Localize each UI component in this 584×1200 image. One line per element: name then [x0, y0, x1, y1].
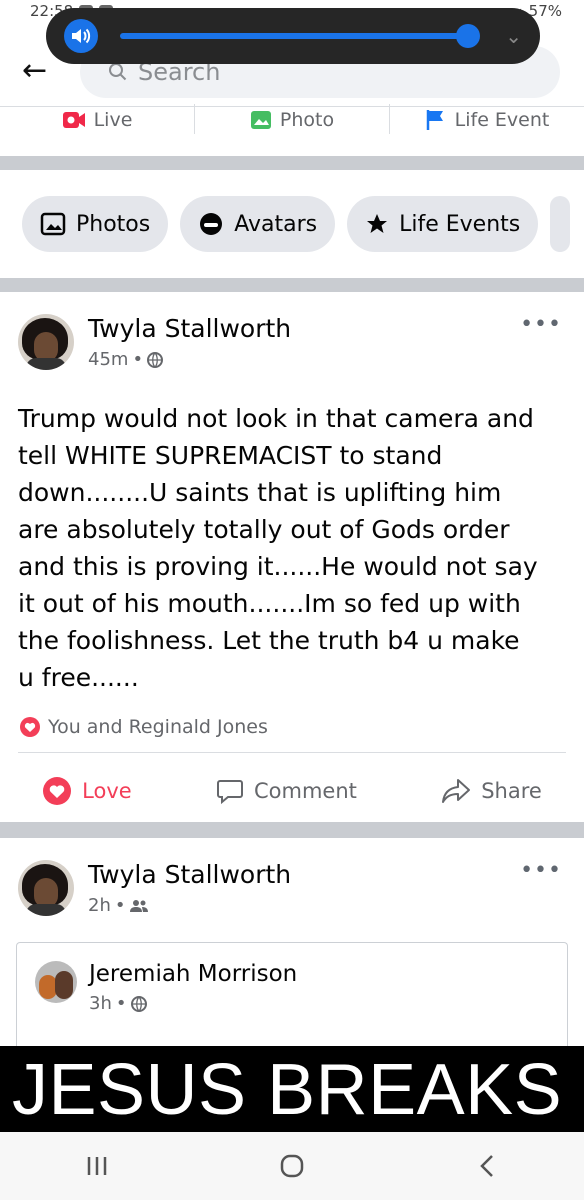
avatar[interactable]	[18, 314, 74, 370]
recent-apps-button[interactable]	[67, 1146, 127, 1186]
author-name[interactable]: Twyla Stallworth	[88, 860, 291, 889]
back-chevron-icon	[479, 1155, 493, 1177]
life-event-label: Life Event	[454, 109, 550, 131]
post-line: are absolutely totally out of Gods order	[18, 515, 510, 544]
image-caption-text: JESUS BREAKS	[12, 1050, 563, 1130]
chip-label: Photos	[76, 211, 151, 237]
comment-button[interactable]: Comment	[216, 777, 357, 805]
author-name[interactable]: Jeremiah Morrison	[89, 961, 297, 987]
recent-apps-icon	[88, 1157, 107, 1175]
life-events-chip[interactable]: Life Events	[347, 196, 539, 252]
chip-label: Life Events	[399, 211, 521, 237]
composer-actions: Live Photo Life Event	[0, 104, 584, 136]
love-label: Love	[82, 779, 132, 803]
post-line: down........U saints that is uplifting h…	[18, 478, 502, 507]
page: 22:58 ≈ 57% ⌄ ← Search Live	[0, 0, 584, 1200]
dot-separator: •	[115, 993, 127, 1014]
section-separator	[0, 156, 584, 170]
post-time[interactable]: 45m	[88, 349, 128, 370]
comment-icon	[217, 780, 243, 805]
reaction-summary[interactable]: You and Reginald Jones	[20, 716, 268, 738]
post-text: Trump would not look in that camera and …	[18, 400, 568, 696]
post-image[interactable]: JESUS BREAKS	[0, 1046, 584, 1132]
more-options-icon[interactable]: •••	[520, 312, 562, 337]
more-chip[interactable]	[550, 196, 571, 252]
post-meta: 2h •	[88, 895, 291, 916]
volume-slider-thumb[interactable]	[456, 24, 480, 48]
post-meta: 3h •	[89, 993, 297, 1014]
dot-separator: •	[132, 349, 144, 370]
love-icon	[43, 777, 72, 805]
dot-separator: •	[114, 895, 126, 916]
section-separator	[0, 278, 584, 292]
comment-label: Comment	[254, 779, 357, 803]
friends-icon	[129, 899, 148, 912]
reactions-text: You and Reginald Jones	[48, 716, 268, 738]
photo-button[interactable]: Photo	[195, 104, 389, 136]
share-button[interactable]: Share	[441, 778, 542, 804]
avatar-face-icon	[200, 213, 223, 235]
more-options-icon[interactable]: •••	[520, 858, 562, 883]
divider	[18, 752, 566, 753]
post-time[interactable]: 2h	[88, 895, 111, 916]
post-header: Twyla Stallworth 2h •	[18, 860, 291, 916]
system-nav-bar	[0, 1132, 584, 1200]
search-icon	[109, 63, 127, 81]
post-line: u free......	[18, 663, 139, 692]
photos-chip[interactable]: Photos	[22, 196, 169, 252]
life-event-button[interactable]: Life Event	[390, 104, 584, 136]
home-button[interactable]	[262, 1146, 322, 1186]
post-actions: Love Comment Share	[0, 762, 584, 820]
chevron-down-icon[interactable]: ⌄	[505, 24, 522, 48]
chip-label: Avatars	[234, 211, 318, 237]
shared-post-header: Jeremiah Morrison 3h •	[35, 961, 297, 1014]
post-header: Twyla Stallworth 45m •	[18, 314, 291, 370]
avatars-chip[interactable]: Avatars	[180, 196, 336, 252]
post-meta: 45m •	[88, 349, 291, 370]
post-line: it out of his mouth.......Im so fed up w…	[18, 589, 521, 618]
photo-icon	[40, 212, 66, 236]
back-arrow-icon[interactable]: ←	[22, 56, 58, 88]
section-separator	[0, 822, 584, 838]
share-label: Share	[481, 779, 542, 803]
shared-post[interactable]: Jeremiah Morrison 3h •	[16, 942, 568, 1052]
volume-panel[interactable]: ⌄	[46, 8, 540, 64]
post-time[interactable]: 3h	[89, 993, 112, 1014]
post-line: the foolishness. Let the truth b4 u make	[18, 626, 520, 655]
home-icon	[280, 1154, 304, 1178]
author-name[interactable]: Twyla Stallworth	[88, 314, 291, 343]
speaker-icon[interactable]	[64, 19, 98, 53]
globe-icon	[147, 351, 164, 368]
globe-icon	[130, 995, 147, 1012]
post-line: tell WHITE SUPREMACIST to stand	[18, 441, 443, 470]
photo-label: Photo	[279, 109, 335, 131]
live-button[interactable]: Live	[0, 104, 194, 136]
star-icon	[367, 214, 388, 233]
flag-icon	[426, 110, 443, 130]
volume-slider[interactable]	[120, 24, 480, 48]
share-icon	[442, 779, 471, 803]
avatar[interactable]	[18, 860, 74, 916]
live-label: Live	[93, 109, 133, 131]
profile-chips: Photos Avatars Life Events	[22, 196, 571, 252]
love-button[interactable]: Love	[42, 776, 132, 806]
post-line: Trump would not look in that camera and	[18, 404, 534, 433]
post-line: and this is proving it......He would not…	[18, 552, 538, 581]
live-video-icon	[62, 112, 85, 128]
photo-icon	[250, 111, 271, 129]
back-button[interactable]	[457, 1146, 517, 1186]
love-reaction-icon	[20, 717, 40, 737]
avatar[interactable]	[35, 961, 77, 1003]
